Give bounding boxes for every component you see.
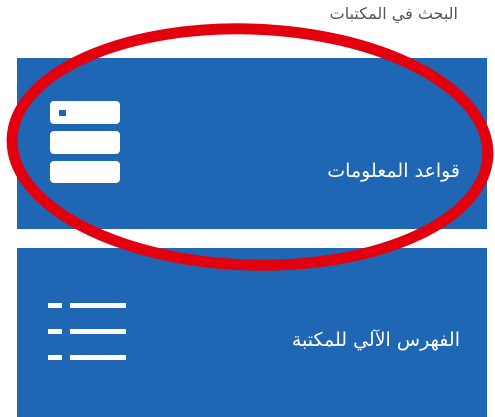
databases-tile[interactable]: قواعد المعلومات bbox=[17, 58, 487, 229]
list-icon bbox=[48, 303, 126, 360]
database-server-icon bbox=[50, 101, 120, 183]
library-catalog-tile[interactable]: الفهرس الآلي للمكتبة bbox=[17, 248, 487, 417]
catalog-label: الفهرس الآلي للمكتبة bbox=[291, 329, 460, 351]
section-title: البحث في المكتبات bbox=[329, 4, 458, 23]
databases-label: قواعد المعلومات bbox=[327, 160, 460, 182]
